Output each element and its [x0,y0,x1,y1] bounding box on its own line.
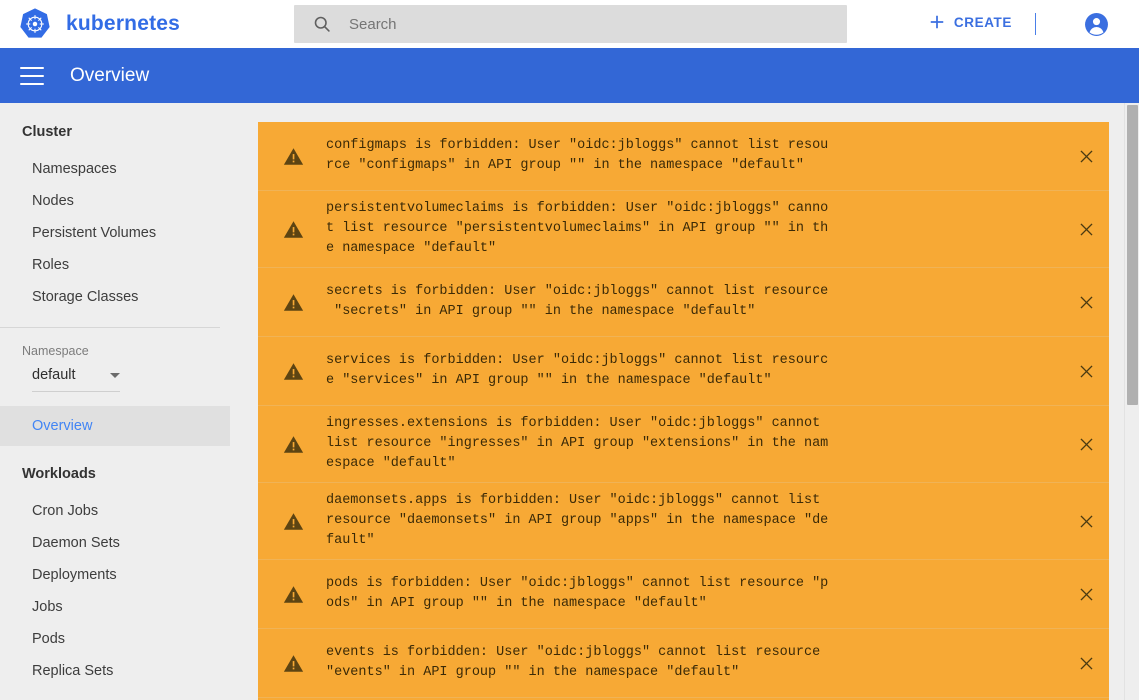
close-icon [1077,147,1096,166]
namespace-select[interactable]: default [32,367,120,392]
vertical-scrollbar-thumb[interactable] [1127,105,1138,405]
plus-icon [927,12,947,32]
account-circle-icon[interactable] [1084,12,1109,37]
chevron-down-icon [110,373,120,378]
warning-triangle-icon [283,584,304,605]
close-icon [1077,585,1096,604]
vertical-scrollbar-track[interactable] [1124,103,1139,700]
alert-message: daemonsets.apps is forbidden: User "oidc… [326,491,1063,551]
kubernetes-logo-icon [18,7,52,41]
alert-message: secrets is forbidden: User "oidc:jbloggs… [326,282,1063,322]
sidebar-item-replica-sets[interactable]: Replica Sets [0,655,230,687]
search-input[interactable] [349,16,789,33]
warning-triangle-icon [283,292,304,313]
close-icon [1077,362,1096,381]
sidebar-item-storage-classes[interactable]: Storage Classes [0,281,230,313]
alert-banner: daemonsets.apps is forbidden: User "oidc… [258,483,1109,560]
alert-banner: persistentvolumeclaims is forbidden: Use… [258,191,1109,268]
alert-banner: pods is forbidden: User "oidc:jbloggs" c… [258,560,1109,629]
namespace-selected-value: default [32,367,76,383]
content-area: configmaps is forbidden: User "oidc:jblo… [230,103,1139,700]
sidebar-item-pods[interactable]: Pods [0,623,230,655]
alert-banner: secrets is forbidden: User "oidc:jbloggs… [258,268,1109,337]
alert-message: pods is forbidden: User "oidc:jbloggs" c… [326,574,1063,614]
sidebar-item-jobs[interactable]: Jobs [0,591,230,623]
close-icon [1077,654,1096,673]
sidebar-item-daemon-sets[interactable]: Daemon Sets [0,527,230,559]
warning-triangle-icon [283,361,304,382]
header-divider [1035,13,1036,35]
alert-close-button[interactable] [1063,220,1109,239]
search-icon [312,14,332,34]
sidebar-item-nodes[interactable]: Nodes [0,185,230,217]
alert-message: events is forbidden: User "oidc:jbloggs"… [326,643,1063,683]
close-icon [1077,293,1096,312]
namespace-label: Namespace [0,328,230,358]
warning-triangle-icon [283,511,304,532]
alert-message: services is forbidden: User "oidc:jblogg… [326,351,1063,391]
warning-triangle-icon [283,146,304,167]
create-button-label: CREATE [954,15,1012,30]
sidebar-item-roles[interactable]: Roles [0,249,230,281]
sidebar: Cluster NamespacesNodesPersistent Volume… [0,103,230,700]
sidebar-item-persistent-volumes[interactable]: Persistent Volumes [0,217,230,249]
sidebar-heading-cluster: Cluster [0,103,230,153]
alert-banner: ingresses.extensions is forbidden: User … [258,406,1109,483]
warning-triangle-icon [283,219,304,240]
close-icon [1077,220,1096,239]
sidebar-item-namespaces[interactable]: Namespaces [0,153,230,185]
page-toolbar: Overview [0,48,1139,103]
close-icon [1077,435,1096,454]
warning-triangle-icon [283,434,304,455]
warning-triangle-icon [283,653,304,674]
alert-close-button[interactable] [1063,293,1109,312]
search-box[interactable] [294,5,847,43]
sidebar-heading-workloads: Workloads [0,446,230,495]
page-title: Overview [70,65,149,87]
close-icon [1077,512,1096,531]
sidebar-item-overview[interactable]: Overview [0,406,230,446]
alert-close-button[interactable] [1063,512,1109,531]
sidebar-workloads-group: Cron JobsDaemon SetsDeploymentsJobsPodsR… [0,495,230,687]
top-bar: kubernetes CREATE [0,0,1139,48]
alert-list: configmaps is forbidden: User "oidc:jblo… [258,122,1109,700]
alert-close-button[interactable] [1063,435,1109,454]
alert-close-button[interactable] [1063,147,1109,166]
alert-message: configmaps is forbidden: User "oidc:jblo… [326,136,1063,176]
alert-banner: configmaps is forbidden: User "oidc:jblo… [258,122,1109,191]
alert-close-button[interactable] [1063,654,1109,673]
sidebar-item-deployments[interactable]: Deployments [0,559,230,591]
alert-banner: services is forbidden: User "oidc:jblogg… [258,337,1109,406]
sidebar-cluster-group: NamespacesNodesPersistent VolumesRolesSt… [0,153,230,313]
alert-message: ingresses.extensions is forbidden: User … [326,414,1063,474]
hamburger-menu-icon[interactable] [20,67,44,85]
brand-logo-link[interactable]: kubernetes [18,7,180,41]
create-button[interactable]: CREATE [927,12,1012,32]
sidebar-item-cron-jobs[interactable]: Cron Jobs [0,495,230,527]
brand-name: kubernetes [66,12,180,36]
alert-message: persistentvolumeclaims is forbidden: Use… [326,199,1063,259]
alert-close-button[interactable] [1063,362,1109,381]
alert-banner: events is forbidden: User "oidc:jbloggs"… [258,629,1109,698]
alert-close-button[interactable] [1063,585,1109,604]
